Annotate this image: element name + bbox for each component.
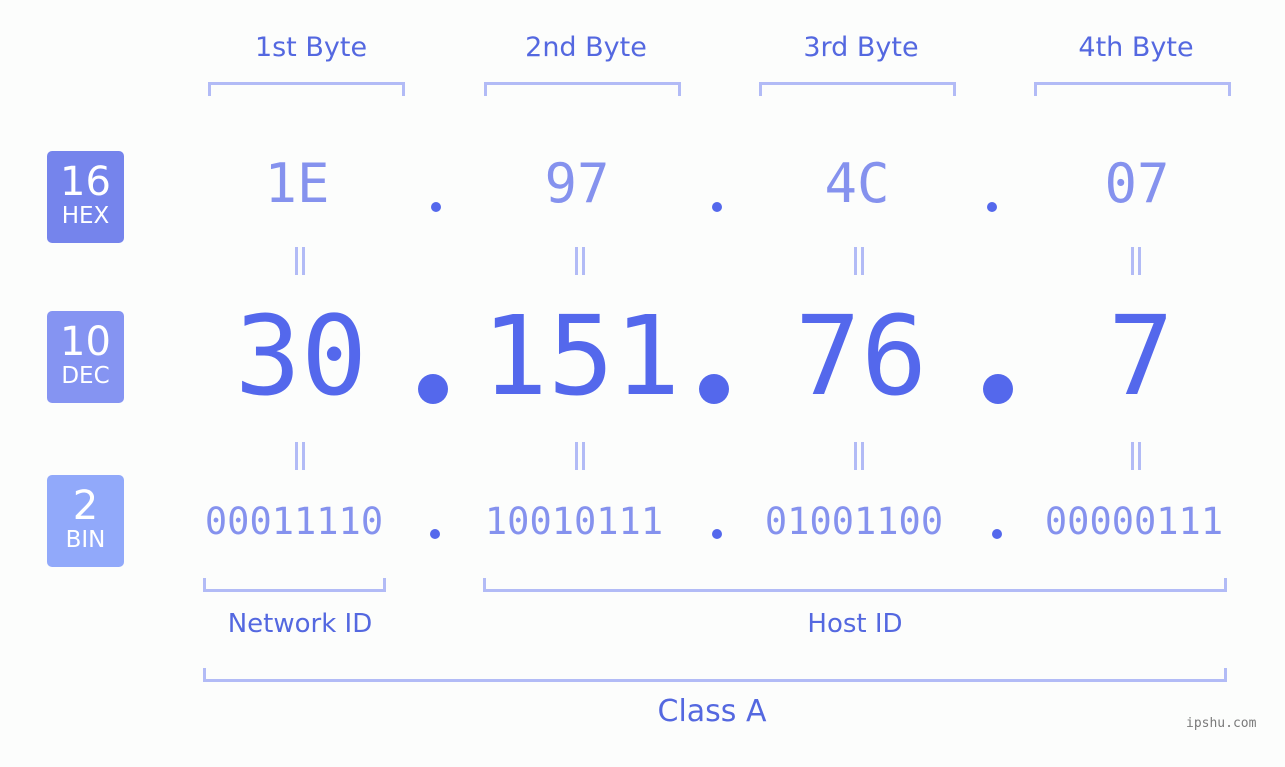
bin-byte-2: 10010111 [484,500,664,543]
dec-byte-4: 7 [1107,292,1175,420]
byte-header-4: 4th Byte [1078,32,1194,63]
bin-byte-3: 01001100 [764,500,944,543]
network-id-label: Network ID [227,609,373,639]
hex-byte-2: 97 [544,152,610,215]
bin-byte-1: 00011110 [204,500,384,543]
dec-dot-separator [699,374,729,404]
hex-badge-number: 16 [60,159,111,205]
dec-badge-unit: DEC [61,363,110,389]
hex-badge: 16 HEX [47,151,124,243]
hex-dot-separator [712,202,722,212]
bin-badge-unit: BIN [65,527,106,553]
hex-byte-3: 4C [824,152,890,215]
network-id-bracket [203,578,386,592]
hex-byte-4: 07 [1104,152,1170,215]
hex-badge-unit: HEX [61,203,110,229]
dec-dot-separator [983,374,1013,404]
hex-byte-1: 1E [264,152,330,215]
dec-byte-3: 76 [794,292,928,420]
dec-byte-2: 151 [481,292,681,420]
dec-byte-1: 30 [234,292,368,420]
watermark: ipshu.com [1186,716,1257,731]
bin-byte-4: 00000111 [1044,500,1224,543]
bin-badge-number: 2 [72,483,99,529]
dec-dot-separator [418,374,448,404]
byte-header-2: 2nd Byte [525,32,647,63]
dec-badge-number: 10 [60,319,111,365]
host-id-bracket [483,578,1227,592]
bin-dot-separator [430,529,440,539]
hex-dot-separator [431,202,441,212]
host-id-label: Host ID [807,609,903,639]
hex-dot-separator [987,202,997,212]
bin-dot-separator [992,529,1002,539]
byte-2-bracket [484,82,681,96]
class-label: Class A [657,694,767,729]
byte-3-bracket [759,82,956,96]
byte-4-bracket [1034,82,1231,96]
bin-badge: 2 BIN [47,475,124,567]
byte-header-1: 1st Byte [254,32,368,63]
byte-header-3: 3rd Byte [803,32,919,63]
dec-badge: 10 DEC [47,311,124,403]
byte-1-bracket [208,82,405,96]
bin-dot-separator [712,529,722,539]
class-bracket [203,668,1227,682]
